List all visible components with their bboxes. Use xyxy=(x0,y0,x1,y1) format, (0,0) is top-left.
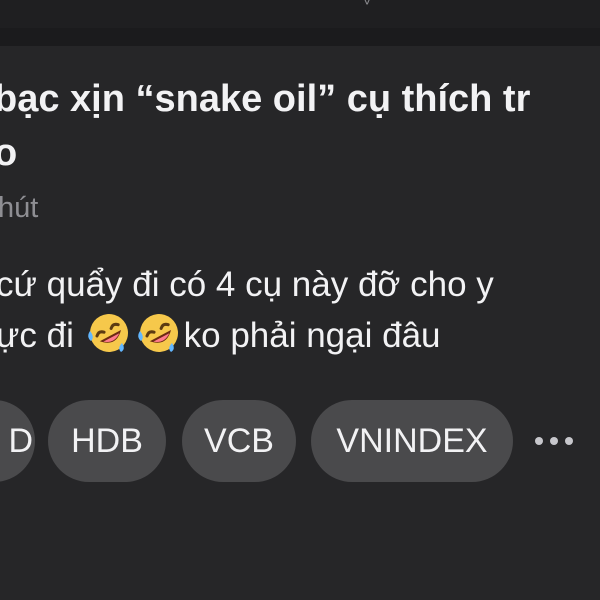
rolling-on-floor-laughing-icon xyxy=(86,310,132,356)
post-body-line2-prefix: ực đi xyxy=(0,316,84,355)
chevron-down-icon: ˅ xyxy=(363,0,372,9)
rolling-on-floor-laughing-icon xyxy=(136,310,182,356)
post-time: hút xyxy=(0,192,39,224)
top-bar: ˅ xyxy=(0,0,600,28)
tag-chip-vcb[interactable]: VCB xyxy=(182,400,296,482)
post-body-line2-suffix: ko phải ngại đâu xyxy=(183,316,441,355)
screen: ˅ bạc xịn “snake oil” cụ thích tr o hút … xyxy=(0,0,600,600)
post-title-line2: o xyxy=(0,132,18,174)
post-body-line1: cứ quẩy đi có 4 cụ này đỡ cho y xyxy=(0,265,494,304)
tag-chip-hdb[interactable]: HDB xyxy=(48,400,166,482)
more-options-button[interactable] xyxy=(527,420,581,460)
post-body: cứ quẩy đi có 4 cụ này đỡ cho y ực đi ko… xyxy=(0,260,494,361)
tag-chip-partial[interactable]: D xyxy=(0,400,35,482)
post-title[interactable]: bạc xịn “snake oil” cụ thích tr o xyxy=(0,72,600,180)
tag-chip-vnindex[interactable]: VNINDEX xyxy=(311,400,513,482)
post-title-line1: bạc xịn “snake oil” cụ thích tr xyxy=(0,78,531,120)
